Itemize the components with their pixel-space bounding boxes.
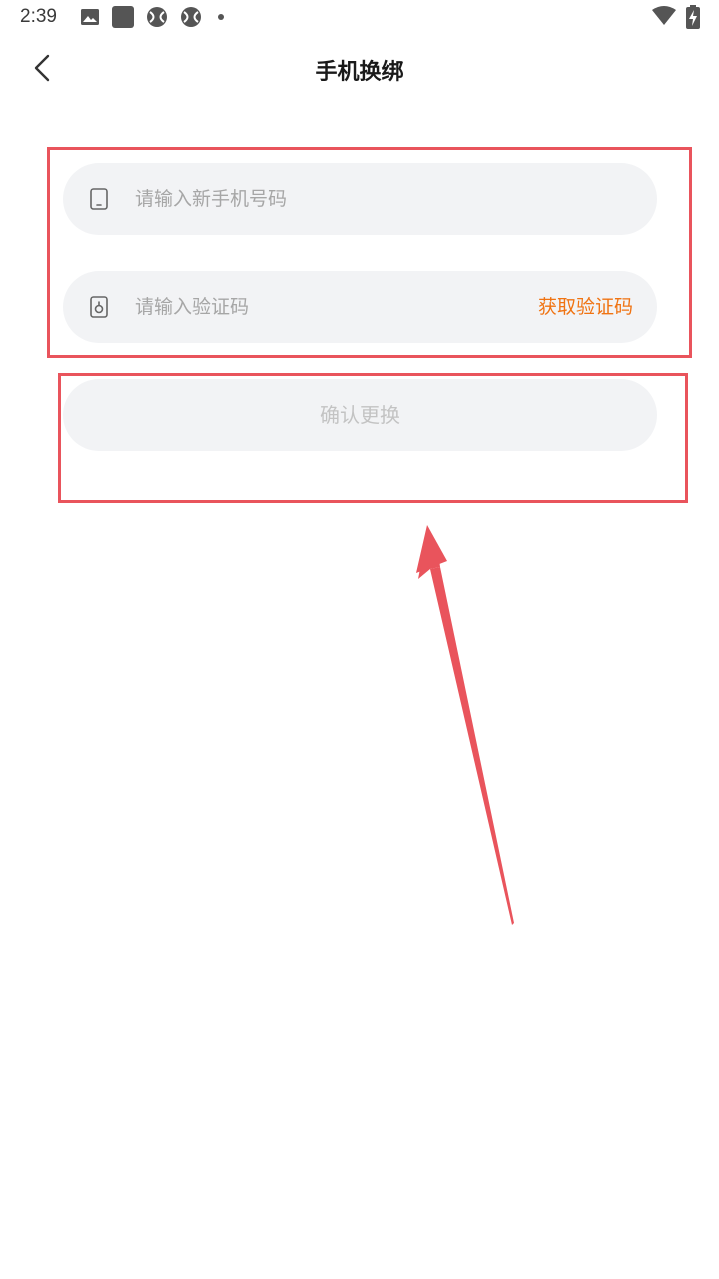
phone-field[interactable] (63, 163, 657, 235)
get-code-button[interactable]: 获取验证码 (538, 271, 633, 343)
phone-icon (90, 188, 108, 210)
phone-input[interactable] (135, 163, 495, 235)
code-field[interactable]: 获取验证码 (63, 271, 657, 343)
square-app-icon (112, 6, 134, 28)
image-icon (81, 9, 99, 25)
ball-icon (181, 7, 201, 27)
annotation-arrow (416, 525, 514, 925)
wifi-icon (652, 6, 676, 25)
page-title: 手机换绑 (315, 60, 404, 85)
lock-code-icon (90, 296, 108, 318)
status-bar: 2:39 (0, 0, 719, 36)
header: 手机换绑 (0, 36, 719, 100)
dot-icon (218, 14, 224, 20)
ball-icon (147, 7, 167, 27)
battery-charging-icon (686, 5, 700, 29)
confirm-button[interactable]: 确认更换 (63, 379, 657, 451)
status-time: 2:39 (20, 6, 57, 27)
code-input[interactable] (135, 271, 495, 343)
